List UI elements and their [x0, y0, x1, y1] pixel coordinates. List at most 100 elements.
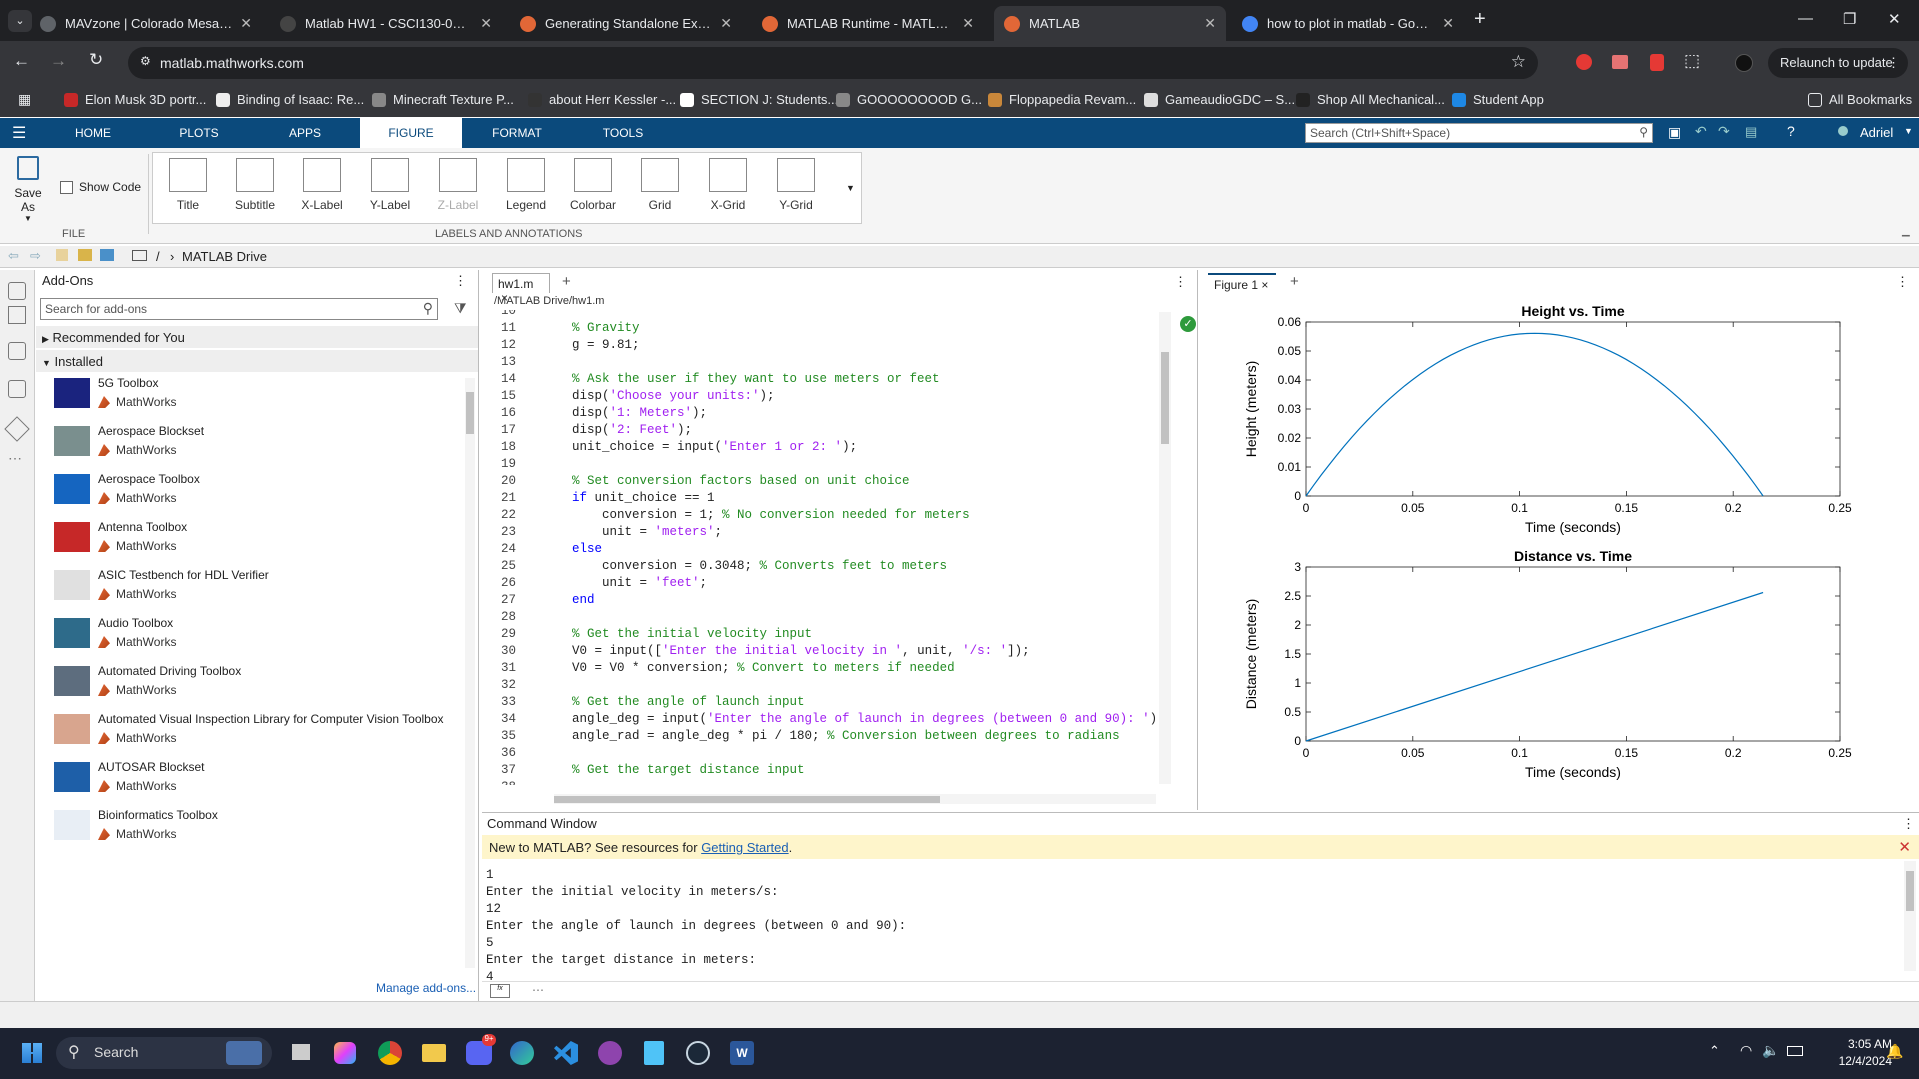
save-icon[interactable]: ▣: [1668, 124, 1681, 141]
history-panel-icon[interactable]: [8, 380, 26, 398]
tool-z-label[interactable]: Z-Label: [428, 158, 488, 212]
forward-folder-icon[interactable]: ⇨: [30, 248, 41, 264]
bookmark-star-icon[interactable]: ☆: [1511, 52, 1526, 72]
figure-plots[interactable]: Height vs. Time 0 0.05 0.1 0.15 0.2 0.25 0 0.01 0…: [1206, 290, 1919, 810]
addon-item[interactable]: Automated Visual Inspection Library for …: [54, 710, 464, 758]
addon-item[interactable]: Aerospace Blockset MathWorks: [54, 422, 464, 470]
matlab-search-input[interactable]: Search (Ctrl+Shift+Space) ⚲: [1305, 123, 1653, 143]
addon-item[interactable]: Aerospace Toolbox MathWorks: [54, 470, 464, 518]
copilot-icon[interactable]: [334, 1042, 356, 1064]
windows-start-icon[interactable]: [22, 1043, 42, 1063]
figure-menu-icon[interactable]: ⋮: [1896, 274, 1909, 290]
browser-tab[interactable]: Matlab HW1 - CSCI130-002-23 ✕: [270, 6, 502, 41]
filter-icon[interactable]: ⧩: [454, 300, 467, 317]
tab-figure[interactable]: FIGURE: [360, 118, 462, 148]
steam-icon[interactable]: [686, 1041, 710, 1065]
up-folder-icon[interactable]: [56, 249, 68, 261]
bookmark-item[interactable]: Floppapedia Revam...: [988, 92, 1136, 107]
more-menu-icon[interactable]: ⋮: [1887, 48, 1900, 78]
bookmark-item[interactable]: Student App: [1452, 92, 1544, 107]
tab-apps[interactable]: APPS: [272, 118, 338, 148]
installed-section[interactable]: ▼ Installed: [36, 350, 478, 372]
word-icon[interactable]: W: [730, 1041, 754, 1065]
addons-search-input[interactable]: Search for add-ons ⚲: [40, 298, 438, 320]
close-tab-icon[interactable]: ✕: [962, 15, 974, 32]
editor-tab[interactable]: hw1.m ×: [492, 273, 550, 305]
back-icon[interactable]: ←: [13, 51, 30, 71]
command-output[interactable]: 1 Enter the initial velocity in meters/s:…: [486, 868, 1886, 984]
path-matlab-drive[interactable]: MATLAB Drive: [182, 249, 267, 264]
chrome-icon[interactable]: [378, 1041, 402, 1065]
addon-item[interactable]: ASIC Testbench for HDL Verifier MathWorks: [54, 566, 464, 614]
notepad-icon[interactable]: [644, 1041, 664, 1065]
apps-grid-icon[interactable]: ▦: [18, 91, 31, 108]
tool-y-label[interactable]: Y-Label: [360, 158, 420, 212]
site-info-icon[interactable]: ⚙: [140, 54, 151, 68]
tool-x-grid[interactable]: X-Grid: [698, 158, 758, 212]
scroll-thumb[interactable]: [1161, 352, 1169, 444]
close-tab-icon[interactable]: ✕: [240, 15, 252, 32]
file-explorer-icon[interactable]: [422, 1044, 446, 1062]
command-more-icon[interactable]: ⋯: [532, 983, 544, 997]
code-analyzer-ok-icon[interactable]: ✓: [1180, 316, 1196, 332]
vscode-icon[interactable]: [554, 1041, 578, 1065]
addons-panel-icon[interactable]: [4, 416, 30, 442]
browser-tab[interactable]: Generating Standalone Executa ✕: [510, 6, 742, 41]
files-panel-icon[interactable]: [8, 282, 26, 300]
notification-bell-icon[interactable]: 🔔: [1886, 1043, 1903, 1060]
extension-shield-icon[interactable]: [1650, 54, 1664, 71]
close-tab-icon[interactable]: ✕: [1204, 15, 1216, 32]
bookmark-item[interactable]: Elon Musk 3D portr...: [64, 92, 206, 107]
open-folder-icon[interactable]: [78, 249, 92, 261]
user-chevron-icon[interactable]: ▼: [1904, 126, 1913, 136]
tab-search-button[interactable]: ⌄: [8, 10, 32, 32]
bookmark-item[interactable]: about Herr Kessler -...: [528, 92, 676, 107]
path-root[interactable]: /: [156, 249, 160, 264]
profile-avatar[interactable]: [1735, 54, 1753, 72]
redo-icon[interactable]: ↷: [1718, 123, 1730, 140]
add-editor-tab-icon[interactable]: +: [562, 273, 571, 290]
bookmark-item[interactable]: GOOOOOOOOD G...: [836, 92, 982, 107]
scroll-thumb[interactable]: [554, 796, 940, 803]
taskbar-search-input[interactable]: ⚲ Search: [56, 1037, 272, 1069]
addon-item[interactable]: 5G Toolbox MathWorks: [54, 374, 464, 422]
addon-item[interactable]: AUTOSAR Blockset MathWorks: [54, 758, 464, 806]
tool-grid[interactable]: Grid: [630, 158, 690, 212]
bookmark-item[interactable]: Binding of Isaac: Re...: [216, 92, 364, 107]
bookmark-item[interactable]: SECTION J: Students...: [680, 92, 838, 107]
volume-icon[interactable]: 🔈: [1762, 1042, 1779, 1059]
address-bar[interactable]: ⚙ matlab.mathworks.com ☆: [128, 47, 1538, 79]
tool-legend[interactable]: Legend: [496, 158, 556, 212]
close-tab-icon[interactable]: ✕: [1442, 15, 1454, 32]
addon-item[interactable]: Antenna Toolbox MathWorks: [54, 518, 464, 566]
tab-plots[interactable]: PLOTS: [166, 118, 232, 148]
close-tab-icon[interactable]: ✕: [720, 15, 732, 32]
notification-icon[interactable]: [1838, 126, 1848, 136]
save-as-button[interactable]: Save As ▼: [6, 156, 50, 223]
addons-menu-icon[interactable]: ⋮: [454, 273, 467, 289]
tool-subtitle[interactable]: Subtitle: [225, 158, 285, 212]
tool-y-grid[interactable]: Y-Grid: [766, 158, 826, 212]
tool-x-label[interactable]: X-Label: [292, 158, 352, 212]
forward-icon[interactable]: →: [50, 51, 67, 71]
close-tab-icon[interactable]: ✕: [480, 15, 492, 32]
edge-icon[interactable]: [510, 1041, 534, 1065]
minimize-icon[interactable]: —: [1798, 10, 1813, 27]
fx-icon[interactable]: fx: [490, 984, 510, 998]
command-scrollbar[interactable]: [1904, 861, 1916, 971]
browser-tab[interactable]: MATLAB ✕: [994, 6, 1226, 41]
more-panels-icon[interactable]: ⋯: [8, 450, 22, 467]
clock[interactable]: 3:05 AM 12/4/2024: [1812, 1036, 1892, 1070]
command-prompt-row[interactable]: fx ⋯: [482, 981, 1919, 1001]
manage-addons-link[interactable]: Manage add-ons...: [376, 981, 476, 995]
scroll-thumb[interactable]: [1906, 871, 1914, 911]
browser-tab[interactable]: how to plot in matlab - Google ✕: [1232, 6, 1464, 41]
browser-tab[interactable]: MATLAB Runtime - MATLAB Co ✕: [752, 6, 984, 41]
relaunch-button[interactable]: Relaunch to update ⋮: [1768, 48, 1908, 78]
back-folder-icon[interactable]: ⇦: [8, 248, 19, 264]
add-figure-tab-icon[interactable]: +: [1290, 273, 1299, 290]
addon-item[interactable]: Automated Driving Toolbox MathWorks: [54, 662, 464, 710]
workspace-panel-icon[interactable]: [8, 306, 26, 324]
undo-icon[interactable]: ↶: [1695, 123, 1707, 140]
close-banner-icon[interactable]: ✕: [1898, 838, 1911, 856]
